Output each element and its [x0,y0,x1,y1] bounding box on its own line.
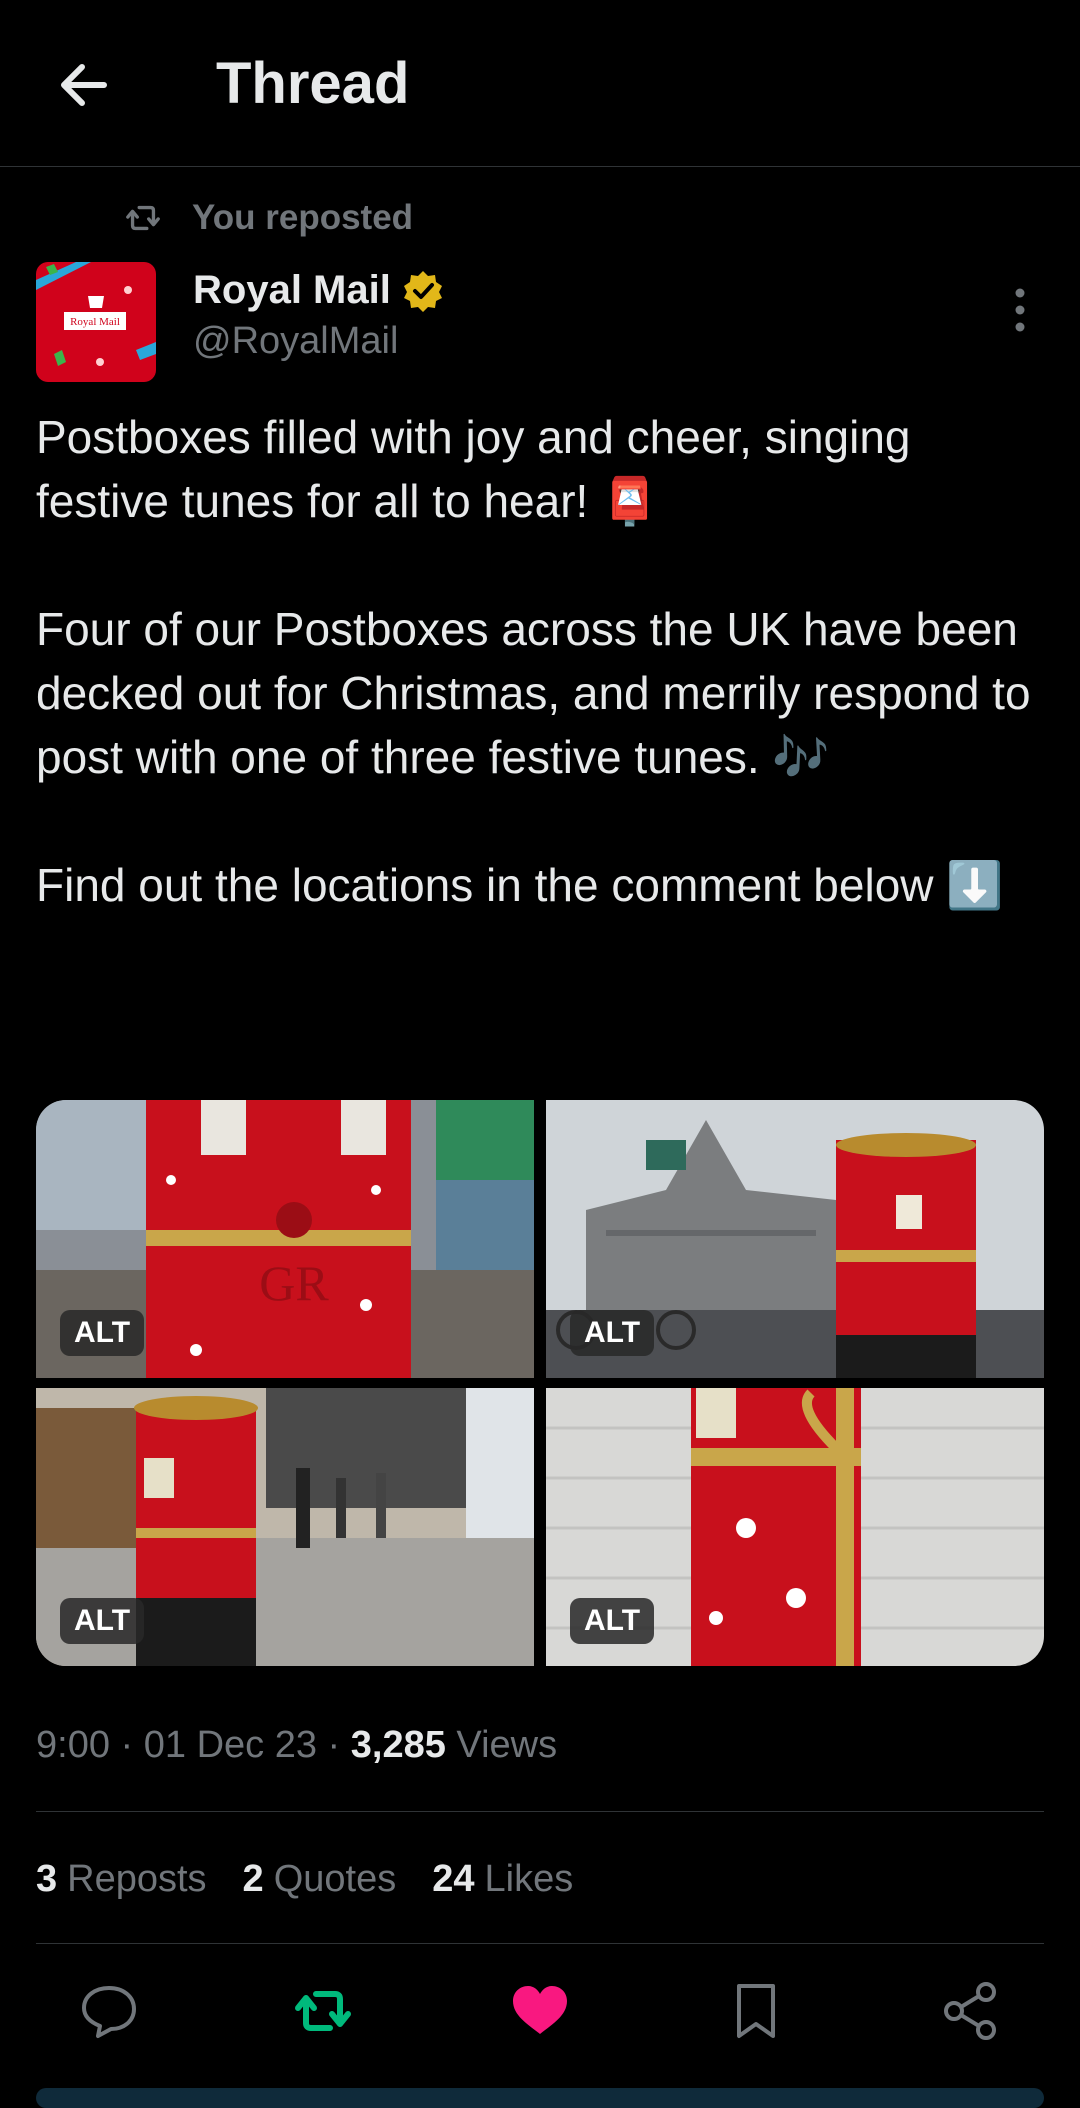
avatar[interactable]: Royal Mail [36,262,156,382]
verified-badge-icon [403,270,442,312]
media-grid: GR ALT ALT ALT ALT [36,1100,1044,1666]
post-text: Postboxes filled with joy and cheer, sin… [36,405,1046,917]
reply-icon [82,1986,136,2038]
like-button[interactable] [509,1980,571,2042]
post-paragraph-3: Find out the locations in the comment be… [36,859,1004,911]
media-image-2[interactable]: ALT [546,1100,1044,1378]
post-paragraph-2: Four of our Postboxes across the UK have… [36,603,1044,783]
post-time: 9:00 [36,1724,110,1766]
repost-button[interactable] [292,1980,354,2042]
media-image-1[interactable]: GR ALT [36,1100,534,1378]
page-title: Thread [216,51,410,116]
reposts-stat[interactable]: 3 Reposts [36,1858,207,1901]
alt-badge[interactable]: ALT [60,1598,145,1644]
svg-text:GR: GR [259,1255,329,1311]
back-button[interactable] [54,55,114,115]
bookmark-button[interactable] [725,1980,787,2042]
action-bar [0,1980,1080,2050]
quotes-stat[interactable]: 2 Quotes [243,1858,397,1901]
share-button[interactable] [940,1980,1002,2042]
repost-indicator: You reposted [124,196,413,240]
post-date: 01 Dec 23 [143,1724,317,1766]
alt-badge[interactable]: ALT [570,1310,655,1356]
alt-badge[interactable]: ALT [570,1598,655,1644]
repost-small-icon [126,205,160,231]
author-handle[interactable]: @RoyalMail [193,320,398,363]
royal-mail-logo: Royal Mail [36,262,156,382]
like-icon [513,1986,567,2034]
reply-button[interactable] [78,1980,140,2042]
reply-composer-edge [36,2088,1044,2108]
post-meta: 9:00 · 01 Dec 23 · 3,285 Views [36,1724,558,1766]
top-bar: Thread [0,0,1080,167]
more-options-button[interactable] [1005,285,1035,335]
engagement-stats: 3 Reposts 2 Quotes 24 Likes [36,1858,573,1901]
more-vertical-icon [1015,288,1025,332]
author-name[interactable]: Royal Mail [193,268,445,313]
media-image-3[interactable]: ALT [36,1388,534,1666]
author-name-text: Royal Mail [193,268,391,312]
share-icon [944,1982,996,2040]
media-image-4[interactable]: ALT [546,1388,1044,1666]
repost-icon [295,1991,351,2031]
bookmark-icon [737,1984,775,2038]
divider [36,1943,1044,1944]
avatar-text: Royal Mail [70,316,120,328]
arrow-left-icon [61,64,107,106]
repost-label: You reposted [192,198,414,237]
divider [36,1811,1044,1812]
views-label: Views [456,1724,558,1766]
views-count: 3,285 [350,1724,446,1766]
likes-stat[interactable]: 24 Likes [432,1858,573,1901]
alt-badge[interactable]: ALT [60,1310,145,1356]
post-paragraph-1: Postboxes filled with joy and cheer, sin… [36,411,924,527]
